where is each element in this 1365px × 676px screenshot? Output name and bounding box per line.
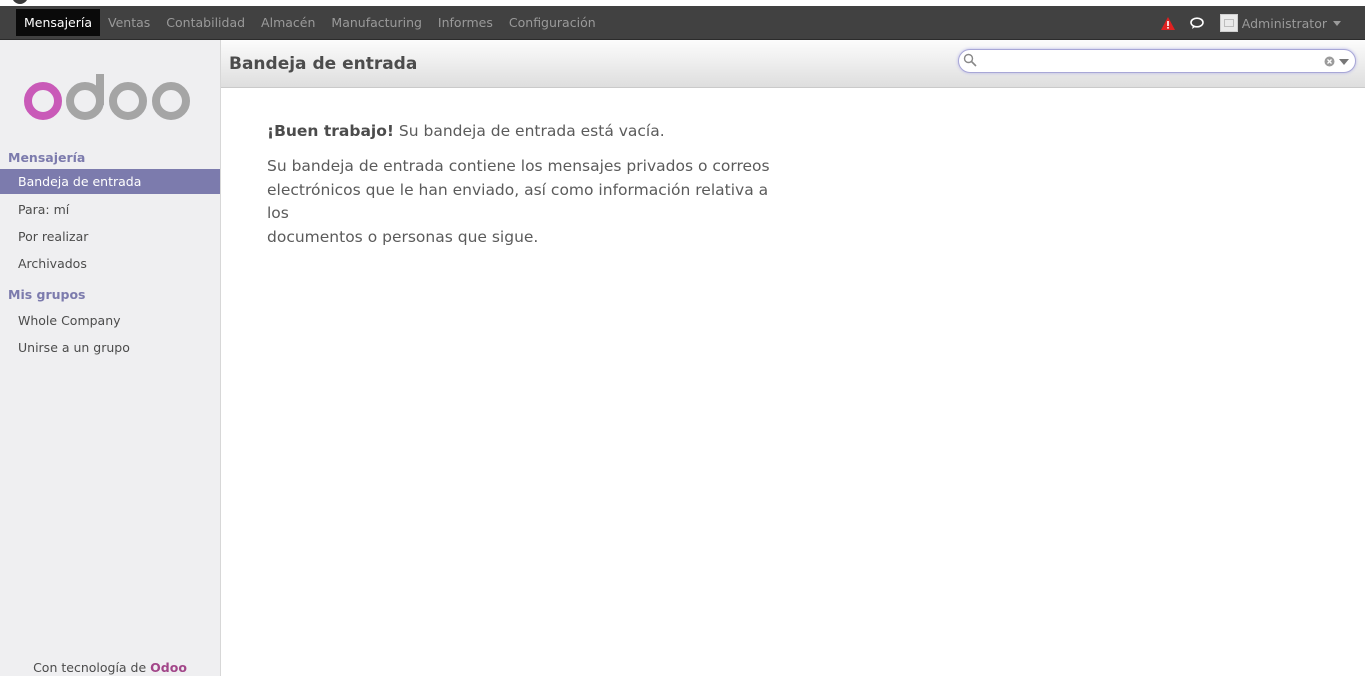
sidebar: Mensajería Bandeja de entrada Para: mí P… (0, 40, 221, 676)
user-name: Administrator (1241, 15, 1327, 31)
search-icon (963, 53, 977, 67)
main-menu: Mensajería Ventas Contabilidad Almacén M… (16, 9, 604, 36)
top-navbar: Mensajería Ventas Contabilidad Almacén M… (0, 6, 1365, 40)
sidebar-item-archivados[interactable]: Archivados (0, 251, 220, 276)
headline-rest: Su bandeja de entrada está vacía. (393, 122, 665, 140)
menu-item-configuracion[interactable]: Configuración (501, 9, 604, 36)
menu-item-mensajeria[interactable]: Mensajería (16, 9, 101, 36)
section-title-mis-grupos: Mis grupos (8, 287, 86, 302)
navbar-right: Administrator (1160, 6, 1341, 40)
empty-inbox-description: Su bandeja de entrada contiene los mensa… (267, 155, 787, 249)
empty-inbox-message: ¡Buen trabajo! Su bandeja de entrada est… (267, 120, 787, 249)
window-corner (12, 0, 28, 4)
clear-search-icon[interactable] (1324, 56, 1335, 67)
menu-item-informes[interactable]: Informes (430, 9, 501, 36)
empty-inbox-headline: ¡Buen trabajo! Su bandeja de entrada est… (267, 120, 787, 142)
page-title: Bandeja de entrada (229, 54, 418, 74)
headline-bold: ¡Buen trabajo! (267, 122, 394, 140)
sidebar-item-whole-company[interactable]: Whole Company (0, 308, 220, 333)
sidebar-item-bandeja-de-entrada[interactable]: Bandeja de entrada (0, 169, 220, 194)
powered-by-prefix: Con tecnología de (33, 660, 151, 675)
powered-by: Con tecnología de Odoo (0, 660, 220, 675)
chat-icon[interactable] (1190, 15, 1206, 31)
section-title-mensajeria: Mensajería (8, 150, 86, 165)
user-menu[interactable]: Administrator (1219, 14, 1341, 32)
description-line-3: documentos o personas que sigue. (267, 227, 539, 246)
menu-item-contabilidad[interactable]: Contabilidad (158, 9, 253, 36)
menu-item-manufacturing[interactable]: Manufacturing (323, 9, 430, 36)
avatar (1219, 14, 1238, 32)
sidebar-item-por-realizar[interactable]: Por realizar (0, 224, 220, 249)
menu-item-almacen[interactable]: Almacén (253, 9, 323, 36)
chevron-down-icon (1333, 20, 1341, 26)
sidebar-item-para-mi[interactable]: Para: mí (0, 197, 220, 222)
odoo-logo (24, 74, 190, 120)
warning-icon[interactable] (1160, 15, 1176, 31)
powered-by-brand-link[interactable]: Odoo (150, 660, 187, 675)
view-header: Bandeja de entrada (221, 40, 1365, 88)
menu-item-ventas[interactable]: Ventas (100, 9, 158, 36)
description-line-1: Su bandeja de entrada contiene los mensa… (267, 157, 770, 175)
search-options-dropdown-icon[interactable] (1339, 59, 1349, 65)
search-input[interactable] (979, 53, 1319, 69)
description-line-2: electrónicos que le han enviado, así com… (267, 180, 769, 223)
sidebar-item-unirse-a-un-grupo[interactable]: Unirse a un grupo (0, 335, 220, 360)
search-box[interactable] (958, 49, 1356, 73)
